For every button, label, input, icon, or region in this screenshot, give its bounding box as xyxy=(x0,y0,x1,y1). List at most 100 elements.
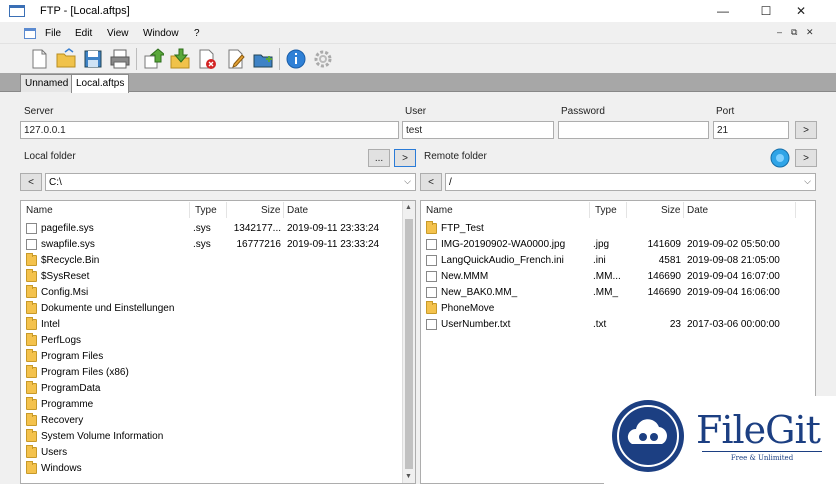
column-divider[interactable] xyxy=(189,202,190,218)
local-file-list[interactable]: Name Type Size Date ▲ ▼ pagefile.sys .sys… xyxy=(20,200,416,484)
save-icon[interactable] xyxy=(82,48,104,70)
local-browse-button[interactable]: ... xyxy=(368,149,390,167)
open-folder-icon[interactable] xyxy=(55,48,77,70)
connect-button[interactable]: > xyxy=(795,121,817,139)
mdi-minimize-button[interactable]: – xyxy=(777,27,782,37)
new-folder-icon[interactable] xyxy=(252,48,274,70)
table-row[interactable]: Program Files xyxy=(21,349,415,365)
remote-path-select[interactable]: / ⌵ xyxy=(445,173,816,191)
cell-name: LangQuickAudio_French.ini xyxy=(441,255,564,266)
column-divider[interactable] xyxy=(795,202,796,218)
table-row[interactable]: FTP_Test xyxy=(421,221,815,237)
table-row[interactable]: PhoneMove xyxy=(421,301,815,317)
cell-type: .sys xyxy=(193,223,211,234)
column-divider[interactable] xyxy=(683,202,684,218)
table-row[interactable]: Program Files (x86) xyxy=(21,365,415,381)
table-row[interactable]: ProgramData xyxy=(21,381,415,397)
local-path-value: C:\ xyxy=(49,177,62,188)
scroll-up-arrow-icon[interactable]: ▲ xyxy=(405,204,412,211)
folder-icon xyxy=(26,317,37,330)
column-header-date[interactable]: Date xyxy=(287,205,308,216)
local-up-button[interactable]: < xyxy=(20,173,42,191)
table-row[interactable]: pagefile.sys .sys 1342177... 2019-09-11 23:… xyxy=(21,221,415,237)
column-divider[interactable] xyxy=(589,202,590,218)
table-row[interactable]: $Recycle.Bin xyxy=(21,253,415,269)
table-row[interactable]: Config.Msi xyxy=(21,285,415,301)
remote-go-button[interactable]: > xyxy=(795,149,817,167)
column-header-type[interactable]: Type xyxy=(195,205,217,216)
table-row[interactable]: New_BAK0.MM_ .MM_ 146690 2019-09-04 16:06:0… xyxy=(421,285,815,301)
local-go-button[interactable]: > xyxy=(394,149,416,167)
table-row[interactable]: Recovery xyxy=(21,413,415,429)
column-divider[interactable] xyxy=(283,202,284,218)
mdi-close-button[interactable]: ✕ xyxy=(806,27,814,38)
column-header-size[interactable]: Size xyxy=(261,205,280,216)
tab-unnamed[interactable]: Unnamed xyxy=(20,74,74,92)
cell-size: 16777216 xyxy=(236,239,282,250)
info-icon[interactable] xyxy=(285,48,307,70)
delete-icon[interactable] xyxy=(196,48,218,70)
table-row[interactable]: Dokumente und Einstellungen xyxy=(21,301,415,317)
table-row[interactable]: Windows xyxy=(21,461,415,477)
table-row[interactable]: IMG-20190902-WA0000.jpg .jpg 141609 2019-09… xyxy=(421,237,815,253)
table-row[interactable]: LangQuickAudio_French.ini .ini 4581 2019-09… xyxy=(421,253,815,269)
minimize-button[interactable]: — xyxy=(704,0,742,22)
table-row[interactable]: System Volume Information xyxy=(21,429,415,445)
table-row[interactable]: Intel xyxy=(21,317,415,333)
folder-icon xyxy=(426,221,437,234)
menu-view[interactable]: View xyxy=(107,28,129,39)
cell-size: 23 xyxy=(669,319,681,330)
cell-name: Dokumente und Einstellungen xyxy=(41,303,175,314)
menu-help[interactable]: ? xyxy=(194,28,200,39)
table-row[interactable]: Users xyxy=(21,445,415,461)
local-path-select[interactable]: C:\ ⌵ xyxy=(45,173,416,191)
table-row[interactable]: New.MMM .MM... 146690 2019-09-04 16:07:00 xyxy=(421,269,815,285)
column-header-size[interactable]: Size xyxy=(661,205,680,216)
file-icon xyxy=(426,319,437,330)
folder-icon xyxy=(26,301,37,314)
file-icon xyxy=(426,255,437,266)
table-row[interactable]: $SysReset xyxy=(21,269,415,285)
filegit-watermark: FileGit Free & Unlimited xyxy=(604,396,836,484)
server-input[interactable]: 127.0.0.1 xyxy=(20,121,399,139)
column-header-name[interactable]: Name xyxy=(426,205,453,216)
folder-icon xyxy=(26,461,37,474)
menu-window[interactable]: Window xyxy=(143,28,179,39)
tab-local-aftps[interactable]: Local.aftps xyxy=(71,74,130,93)
folder-icon xyxy=(26,365,37,378)
file-icon xyxy=(26,239,37,250)
print-icon[interactable] xyxy=(109,48,131,70)
upload-icon[interactable] xyxy=(142,48,164,70)
user-input[interactable]: test xyxy=(402,121,554,139)
new-file-icon[interactable] xyxy=(28,48,50,70)
column-header-name[interactable]: Name xyxy=(26,205,53,216)
remote-up-button[interactable]: < xyxy=(420,173,442,191)
connection-status-icon[interactable] xyxy=(770,148,790,168)
cell-name: UserNumber.txt xyxy=(441,319,511,330)
table-row[interactable]: UserNumber.txt .txt 23 2017-03-06 00:00:00 xyxy=(421,317,815,333)
settings-icon[interactable] xyxy=(312,48,334,70)
mdi-restore-button[interactable]: ⧉ xyxy=(791,27,797,38)
folder-icon xyxy=(26,413,37,426)
column-header-type[interactable]: Type xyxy=(595,205,617,216)
menu-edit[interactable]: Edit xyxy=(75,28,92,39)
password-input[interactable] xyxy=(558,121,709,139)
cell-name: ProgramData xyxy=(41,383,101,394)
edit-icon[interactable] xyxy=(225,48,247,70)
folder-icon xyxy=(26,445,37,458)
folder-icon xyxy=(26,397,37,410)
menu-file[interactable]: File xyxy=(45,28,61,39)
download-icon[interactable] xyxy=(169,48,191,70)
close-button[interactable]: ✕ xyxy=(782,0,820,22)
cell-name: PhoneMove xyxy=(441,303,495,314)
table-row[interactable]: Programme xyxy=(21,397,415,413)
table-row[interactable]: PerfLogs xyxy=(21,333,415,349)
port-input[interactable]: 21 xyxy=(713,121,789,139)
column-divider[interactable] xyxy=(626,202,627,218)
cell-name: Program Files (x86) xyxy=(41,367,129,378)
column-divider[interactable] xyxy=(226,202,227,218)
table-row[interactable]: swapfile.sys .sys 16777216 2019-09-11 23:33… xyxy=(21,237,415,253)
column-header-date[interactable]: Date xyxy=(687,205,708,216)
maximize-button[interactable]: ☐ xyxy=(747,0,785,22)
cell-type: .MM... xyxy=(593,271,621,282)
